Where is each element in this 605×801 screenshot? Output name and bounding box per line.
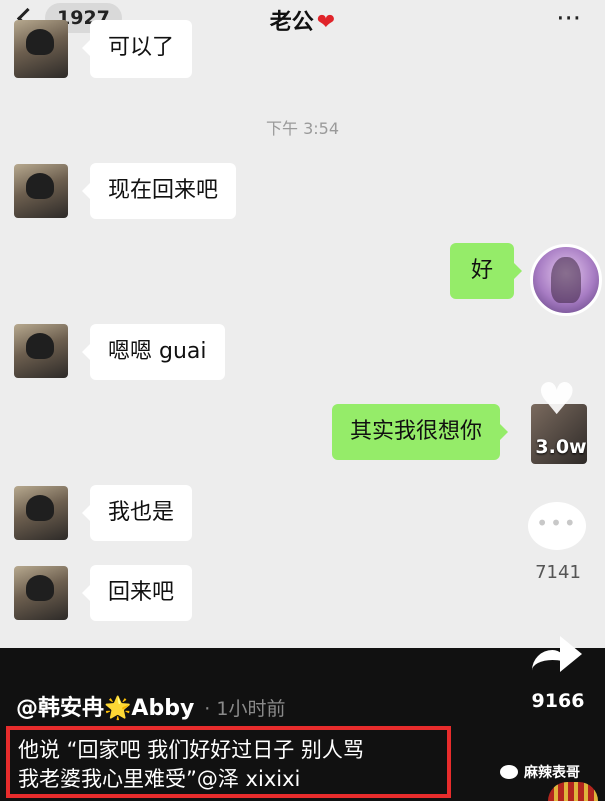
caption-line: 他说 “回家吧 我们好好过日子 别人骂 — [18, 738, 364, 762]
comment-count: 7141 — [535, 562, 581, 583]
author-line[interactable]: @韩安冉🌟Abby · 1小时前 — [16, 690, 285, 722]
contact-avatar[interactable] — [14, 164, 68, 218]
contact-avatar[interactable] — [14, 324, 68, 378]
like-count: 3.0w — [535, 436, 587, 458]
message-text: 我也是 — [108, 500, 175, 525]
sent-message[interactable]: 其实我很想你 — [332, 404, 509, 460]
received-message[interactable]: 回来吧 — [81, 565, 193, 621]
video-caption: 他说 “回家吧 我们好好过日子 别人骂 我老婆我心里难受”@泽 xixixi — [6, 726, 451, 798]
message-text: 好 — [470, 258, 493, 283]
heart-icon: ❤ — [316, 10, 336, 35]
caption-line: 我老婆我心里难受”@泽 xixixi — [18, 767, 301, 791]
received-message[interactable]: 可以了 — [81, 20, 193, 78]
watermark-text: 麻辣表哥 — [524, 765, 580, 781]
message-text: 嗯嗯 guai — [108, 339, 207, 364]
comment-bubble-icon — [528, 502, 586, 550]
post-time: · 1小时前 — [204, 698, 286, 720]
like-heart-icon: ♥ — [537, 374, 577, 425]
contact-name: 老公 — [269, 10, 314, 35]
wechat-watermark: 麻辣表哥 — [500, 762, 580, 782]
user-avatar[interactable] — [530, 244, 602, 316]
author-handle[interactable]: @韩安冉 — [16, 696, 104, 721]
author-suffix: Abby — [131, 696, 195, 721]
contact-avatar[interactable] — [14, 486, 68, 540]
share-count: 9166 — [531, 690, 585, 712]
message-text: 回来吧 — [108, 580, 175, 605]
more-options-icon[interactable]: ··· — [556, 4, 581, 34]
message-text: 其实我很想你 — [350, 419, 483, 444]
received-message[interactable]: 我也是 — [81, 485, 193, 541]
wechat-icon — [500, 765, 518, 779]
comment-button[interactable]: 7141 — [528, 502, 588, 583]
share-arrow-icon — [528, 632, 584, 676]
received-message[interactable]: 现在回来吧 — [81, 163, 237, 219]
contact-avatar[interactable] — [14, 20, 68, 78]
message-timestamp: 下午 3:54 — [265, 119, 340, 138]
share-button[interactable]: 9166 — [528, 632, 588, 712]
like-button[interactable]: ♥ 3.0w — [531, 374, 587, 464]
star-icon: 🌟 — [104, 696, 132, 721]
message-text: 可以了 — [108, 35, 175, 60]
contact-avatar[interactable] — [14, 566, 68, 620]
received-message[interactable]: 嗯嗯 guai — [82, 324, 225, 380]
message-text: 现在回来吧 — [108, 178, 219, 203]
sent-message[interactable]: 好 — [450, 243, 522, 299]
